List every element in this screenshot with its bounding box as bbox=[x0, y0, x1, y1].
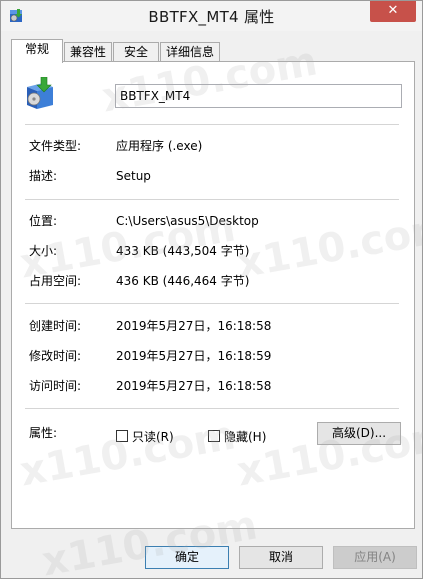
size-value: 433 KB (443,504 字节) bbox=[116, 244, 250, 258]
general-panel bbox=[11, 61, 415, 529]
tab-general[interactable]: 常规 bbox=[11, 39, 63, 63]
tab-details[interactable]: 详细信息 bbox=[160, 42, 220, 62]
title-bar[interactable]: BBTFX_MT4 属性 ✕ bbox=[1, 1, 422, 31]
modified-label: 修改时间: bbox=[29, 349, 82, 363]
properties-window: BBTFX_MT4 属性 ✕ 常规 兼容性 安全 详细信息 BBTFX_MT4 … bbox=[0, 0, 423, 579]
file-name-input[interactable]: BBTFX_MT4 bbox=[115, 84, 402, 108]
size-on-disk-value: 436 KB (446,464 字节) bbox=[116, 274, 250, 288]
description-label: 描述: bbox=[29, 169, 58, 183]
size-on-disk-label: 占用空间: bbox=[29, 274, 82, 288]
hidden-checkbox-label: 隐藏(H) bbox=[224, 429, 267, 444]
location-label: 位置: bbox=[29, 214, 58, 228]
created-value: 2019年5月27日，16:18:58 bbox=[116, 319, 272, 333]
cancel-button[interactable]: 取消 bbox=[239, 546, 323, 569]
attributes-label: 属性: bbox=[29, 426, 58, 440]
readonly-checkbox[interactable]: 只读(R) bbox=[116, 428, 174, 444]
file-type-label: 文件类型: bbox=[29, 139, 82, 153]
tab-security[interactable]: 安全 bbox=[113, 42, 159, 62]
created-label: 创建时间: bbox=[29, 319, 82, 333]
location-value: C:\Users\asus5\Desktop bbox=[116, 214, 259, 228]
window-title: BBTFX_MT4 属性 bbox=[148, 8, 275, 26]
installer-box-icon bbox=[27, 77, 53, 109]
ok-button[interactable]: 确定 bbox=[145, 546, 229, 569]
checkbox-box[interactable] bbox=[116, 430, 128, 442]
tab-compatibility[interactable]: 兼容性 bbox=[64, 42, 112, 62]
close-icon: ✕ bbox=[387, 3, 399, 18]
modified-value: 2019年5月27日，16:18:59 bbox=[116, 349, 272, 363]
close-button[interactable]: ✕ bbox=[370, 1, 416, 22]
checkbox-box[interactable] bbox=[208, 430, 220, 442]
description-value: Setup bbox=[116, 169, 151, 183]
hidden-checkbox[interactable]: 隐藏(H) bbox=[208, 428, 266, 444]
separator bbox=[25, 303, 399, 304]
file-type-value: 应用程序 (.exe) bbox=[116, 139, 203, 153]
separator bbox=[25, 408, 399, 409]
readonly-checkbox-label: 只读(R) bbox=[132, 429, 174, 444]
accessed-label: 访问时间: bbox=[29, 379, 82, 393]
separator bbox=[25, 199, 399, 200]
accessed-value: 2019年5月27日，16:18:58 bbox=[116, 379, 272, 393]
apply-button[interactable]: 应用(A) bbox=[333, 546, 417, 569]
tab-strip: 常规 兼容性 安全 详细信息 bbox=[11, 39, 415, 63]
size-label: 大小: bbox=[29, 244, 58, 258]
separator bbox=[25, 124, 399, 125]
advanced-button[interactable]: 高级(D)... bbox=[317, 422, 401, 445]
